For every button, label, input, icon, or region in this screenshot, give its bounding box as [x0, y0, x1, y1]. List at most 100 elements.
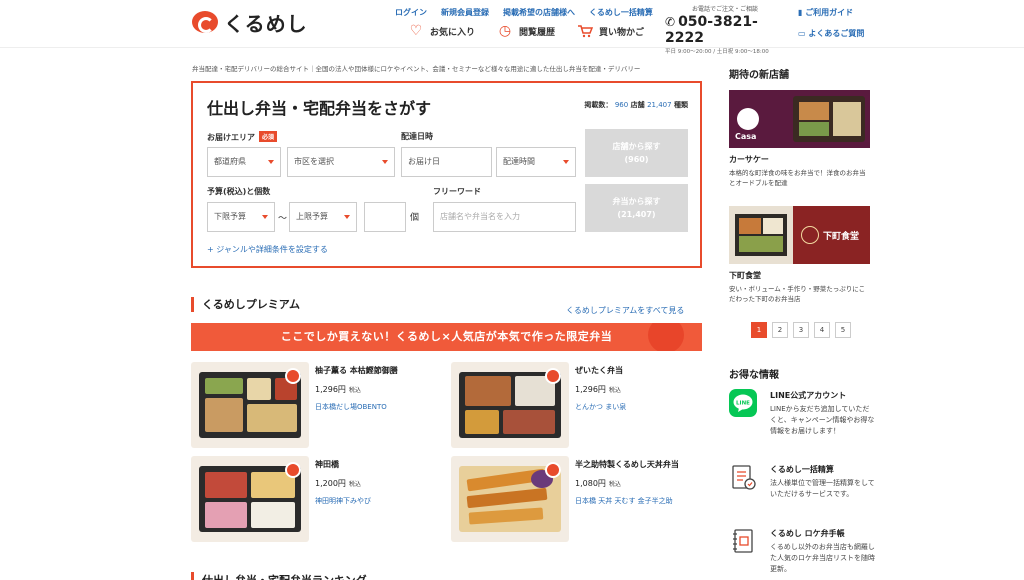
premium-item[interactable]: 半之助特製くるめし天丼弁当 1,080円 税込 日本橋 天丼 天むす 金子半之助	[451, 456, 701, 544]
deal-item-invoice[interactable]: くるめし一括精算 法人様単位で管理一括精算をしていただけるサービスです。	[729, 463, 875, 519]
search-shops-label: 店舗から探す	[612, 142, 661, 151]
freeword-label: フリーワード	[433, 187, 481, 196]
guide-label: ご利用ガイド	[805, 8, 854, 17]
delivery-time-select[interactable]: 配達時間	[496, 147, 576, 177]
page-2[interactable]: 2	[772, 322, 788, 338]
min-budget-select[interactable]: 下限予算	[207, 202, 275, 232]
phone-caption: お電話でご注文・ご相談	[691, 6, 758, 13]
date-label: 配達日時	[401, 132, 433, 141]
chevron-down-icon	[382, 160, 388, 164]
premium-item[interactable]: 神田橋 1,200円 税込 神田明神下みやび	[191, 456, 441, 544]
register-link[interactable]: 新規会員登録	[441, 7, 489, 18]
shop-name: カーサケー	[729, 155, 769, 164]
heart-icon: ♡	[409, 23, 423, 39]
page-5[interactable]: 5	[835, 322, 851, 338]
premium-item-shop[interactable]: 神田明神下みやび	[315, 496, 371, 506]
deal-title: くるめし一括精算	[770, 465, 834, 474]
freeword-input[interactable]: 店舗名や弁当名を入力	[433, 202, 576, 232]
premium-item-price: 1,200円 税込	[315, 478, 361, 489]
shop-name: 下町食堂	[729, 271, 761, 280]
deal-item-notebook[interactable]: くるめし ロケ弁手帳 くるめし以外のお弁当店も網羅した人気のロケ弁当店リストを随…	[729, 527, 875, 579]
new-shop-card[interactable]: Casa カーサケー 本格的な町洋食の味をお弁当で！洋食のお弁当とオードブルを配…	[729, 90, 870, 188]
page-3[interactable]: 3	[793, 322, 809, 338]
premium-banner[interactable]: ここでしか買えない！くるめし×人気店が本気で作った限定弁当	[191, 323, 702, 351]
advanced-search-link[interactable]: + ジャンルや詳細条件を設定する	[207, 244, 328, 255]
search-title: 仕出し弁当・宅配弁当をさがす	[207, 99, 432, 118]
premium-item-shop[interactable]: とんかつ まい泉	[575, 402, 626, 412]
cart-link[interactable]: 買い物かご	[577, 24, 644, 38]
tax-label: 税込	[608, 481, 621, 488]
bulk-payment-link[interactable]: くるめし一括精算	[589, 7, 653, 18]
premium-item-price: 1,296円 税込	[575, 384, 621, 395]
site-logo[interactable]: くるめし	[192, 9, 308, 36]
premium-item[interactable]: ぜいたく弁当 1,296円 税込 とんかつ まい泉	[451, 362, 701, 450]
price-value: 1,296円	[315, 385, 346, 394]
bento-image	[191, 362, 309, 448]
quantity-input[interactable]	[364, 202, 406, 232]
page-1[interactable]: 1	[751, 322, 767, 338]
required-badge: 必須	[259, 131, 278, 142]
bento-image	[451, 456, 569, 542]
clock-icon: ◷	[498, 23, 512, 39]
premium-item-shop[interactable]: 日本橋だし場OBENTO	[315, 402, 387, 412]
chevron-down-icon	[268, 160, 274, 164]
premium-badge-icon	[285, 368, 301, 384]
deal-description: 法人様単位で管理一括精算をしていただけるサービスです。	[770, 479, 875, 498]
deals-title: お得な情報	[729, 370, 779, 381]
delivery-date-input[interactable]: お届け日	[401, 147, 492, 177]
site-header: くるめし ログイン 新規会員登録 掲載希望の店舗様へ くるめし一括精算 ♡ お気…	[0, 0, 1024, 55]
area-label: お届けエリア 必須	[207, 131, 278, 143]
delivery-time-value: 配達時間	[503, 157, 535, 166]
item-unit: 種類	[674, 101, 688, 109]
deal-title: LINE公式アカウント	[770, 391, 847, 400]
cart-icon	[577, 24, 594, 38]
history-label: 閲覧履歴	[519, 27, 556, 38]
top-links: ログイン 新規会員登録 掲載希望の店舗様へ くるめし一括精算	[395, 7, 653, 18]
page-4[interactable]: 4	[814, 322, 830, 338]
premium-item-name: ぜいたく弁当	[575, 366, 623, 375]
premium-badge-icon	[285, 462, 301, 478]
prefecture-select[interactable]: 都道府県	[207, 147, 281, 177]
pagination: 1 2 3 4 5	[751, 322, 851, 338]
premium-item-name: 神田橋	[315, 460, 339, 469]
premium-title: くるめしプレミアム	[191, 297, 300, 312]
search-shops-count: (960)	[624, 155, 649, 164]
phone-icon: ✆	[665, 15, 676, 29]
logo-text: くるめし	[224, 11, 308, 36]
shop-description: 安い・ボリューム・手作り・野菜たっぷりにこだわった下町のお弁当店	[729, 285, 866, 303]
history-link[interactable]: ◷ 閲覧履歴	[497, 24, 555, 38]
city-value: 市区を選択	[294, 157, 334, 166]
city-select[interactable]: 市区を選択	[287, 147, 395, 177]
guide-link[interactable]: ▮ ご利用ガイド	[798, 7, 864, 18]
login-link[interactable]: ログイン	[395, 7, 427, 18]
shop-image-text: 下町食堂	[823, 232, 860, 242]
search-bento-button[interactable]: 弁当から探す (21,407)	[585, 184, 688, 232]
shop-description: 本格的な町洋食の味をお弁当で！洋食のお弁当とオードブルを配達	[729, 169, 866, 187]
phone-number-link[interactable]: ✆ 050-3821-2222	[665, 14, 785, 46]
favorites-label: お気に入り	[430, 27, 476, 38]
faq-link[interactable]: ▭ よくあるご質問	[798, 28, 864, 39]
deal-description: LINEから友だち追加していただくと、キャンペーン情報やお得な情報をお届けします…	[770, 405, 875, 435]
max-budget-select[interactable]: 上限予算	[289, 202, 357, 232]
search-bento-count: (21,407)	[617, 210, 656, 219]
line-icon: LINE	[729, 389, 757, 417]
favorites-link[interactable]: ♡ お気に入り	[408, 24, 475, 38]
search-shops-button[interactable]: 店舗から探す (960)	[585, 129, 688, 177]
search-bento-label: 弁当から探す	[612, 197, 661, 206]
premium-item-shop[interactable]: 日本橋 天丼 天むす 金子半之助	[575, 496, 673, 506]
bento-image	[451, 362, 569, 448]
new-shop-card[interactable]: 下町食堂 下町食堂 安い・ボリューム・手作り・野菜たっぷりにこだわった下町のお弁…	[729, 206, 870, 304]
partner-link[interactable]: 掲載希望の店舗様へ	[503, 7, 575, 18]
premium-badge-icon	[545, 462, 561, 478]
budget-label: 予算(税込)と個数	[207, 187, 271, 196]
premium-see-all-link[interactable]: くるめしプレミアムをすべて見る	[566, 305, 684, 316]
chevron-down-icon	[262, 215, 268, 219]
cart-label: 買い物かご	[599, 27, 645, 38]
premium-item[interactable]: 柚子薫る 本枯鰹節御膳 1,296円 税込 日本橋だし場OBENTO	[191, 362, 441, 450]
shop-count: 960	[614, 101, 629, 109]
premium-item-name: 柚子薫る 本枯鰹節御膳	[315, 366, 398, 375]
new-shops-title: 期待の新店舗	[729, 70, 789, 81]
deal-item-line[interactable]: LINE LINE公式アカウント LINEから友だち追加していただくと、キャンペ…	[729, 389, 874, 449]
price-value: 1,296円	[575, 385, 606, 394]
item-count: 21,407	[647, 101, 672, 109]
